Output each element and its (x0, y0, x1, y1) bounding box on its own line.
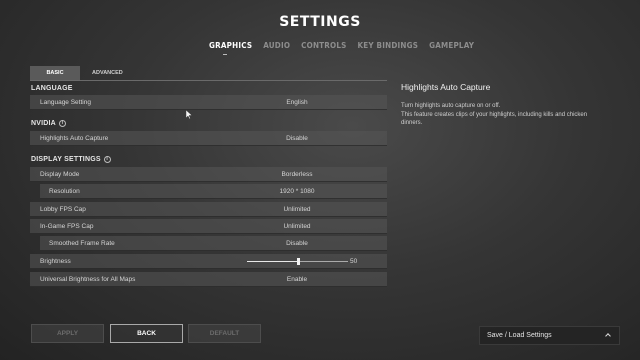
section-nvidia-label: NVIDIA (31, 120, 56, 127)
universal-brightness-label: Universal Brightness for All Maps (40, 276, 136, 283)
brightness-value: 50 (350, 258, 358, 265)
smoothed-frame-rate-value[interactable]: Disable (262, 236, 332, 251)
subtabs: BASIC ADVANCED (30, 66, 134, 80)
section-language-label: LANGUAGE (31, 85, 73, 92)
language-setting-row[interactable]: Language Setting English (30, 95, 387, 110)
info-icon[interactable]: i (58, 120, 66, 127)
chevron-up-icon (605, 333, 611, 339)
section-nvidia: NVIDIA i (31, 120, 66, 127)
section-display-label: DISPLAY SETTINGS (31, 156, 101, 163)
universal-brightness-row[interactable]: Universal Brightness for All Maps Enable (30, 272, 387, 287)
tab-graphics[interactable]: GRAPHICS (209, 41, 252, 55)
resolution-value[interactable]: 1920 * 1080 (262, 184, 332, 199)
resolution-row[interactable]: Resolution 1920 * 1080 (40, 184, 387, 199)
brightness-label: Brightness (40, 258, 71, 265)
lobby-fps-cap-label: Lobby FPS Cap (40, 206, 86, 213)
language-setting-label: Language Setting (40, 99, 91, 106)
save-load-settings-button[interactable]: Save / Load Settings (479, 326, 620, 345)
display-mode-value[interactable]: Borderless (262, 167, 332, 182)
brightness-slider-handle[interactable] (296, 258, 300, 265)
subtab-divider (30, 80, 387, 81)
language-setting-value[interactable]: English (262, 95, 332, 110)
subtab-basic[interactable]: BASIC (30, 66, 80, 80)
lobby-fps-cap-value[interactable]: Unlimited (262, 202, 332, 217)
ingame-fps-cap-label: In-Game FPS Cap (40, 223, 94, 230)
universal-brightness-value[interactable]: Enable (262, 272, 332, 287)
tab-audio[interactable]: AUDIO (263, 41, 290, 50)
save-load-settings-label: Save / Load Settings (487, 332, 552, 339)
section-language: LANGUAGE (31, 85, 73, 92)
display-mode-label: Display Mode (40, 171, 80, 178)
section-display-settings: DISPLAY SETTINGS i (31, 156, 111, 163)
ingame-fps-cap-row[interactable]: In-Game FPS Cap Unlimited (30, 219, 387, 234)
smoothed-frame-rate-label: Smoothed Frame Rate (49, 240, 115, 247)
highlights-auto-capture-value[interactable]: Disable (262, 131, 332, 146)
brightness-row[interactable]: Brightness 50 (30, 254, 387, 269)
brightness-slider[interactable] (247, 258, 348, 265)
subtab-advanced[interactable]: ADVANCED (80, 66, 134, 80)
back-button[interactable]: BACK (110, 324, 183, 343)
brightness-slider-fill (247, 261, 298, 262)
page-title: SETTINGS (279, 14, 361, 30)
smoothed-frame-rate-row[interactable]: Smoothed Frame Rate Disable (40, 236, 387, 251)
resolution-label: Resolution (49, 188, 80, 195)
highlights-auto-capture-label: Highlights Auto Capture (40, 135, 109, 142)
display-mode-row[interactable]: Display Mode Borderless (30, 167, 387, 182)
settings-tabs: GRAPHICS AUDIO CONTROLS KEY BINDINGS GAM… (209, 41, 474, 55)
tab-gameplay[interactable]: GAMEPLAY (429, 41, 474, 50)
info-panel: Highlights Auto Capture Turn highlights … (401, 82, 611, 128)
default-button[interactable]: DEFAULT (188, 324, 261, 343)
info-panel-title: Highlights Auto Capture (401, 82, 491, 92)
info-panel-description-line: dinners. (401, 120, 423, 126)
mouse-cursor-icon (186, 110, 192, 119)
lobby-fps-cap-row[interactable]: Lobby FPS Cap Unlimited (30, 202, 387, 217)
apply-button[interactable]: APPLY (31, 324, 104, 343)
info-panel-description-line: Turn highlights auto capture on or off. (401, 103, 501, 109)
tab-controls[interactable]: CONTROLS (301, 41, 346, 50)
ingame-fps-cap-value[interactable]: Unlimited (262, 219, 332, 234)
tab-key-bindings[interactable]: KEY BINDINGS (358, 41, 419, 50)
highlights-auto-capture-row[interactable]: Highlights Auto Capture Disable (30, 131, 387, 146)
info-icon[interactable]: i (103, 156, 111, 163)
info-panel-description-line: This feature creates clips of your highl… (401, 111, 588, 118)
